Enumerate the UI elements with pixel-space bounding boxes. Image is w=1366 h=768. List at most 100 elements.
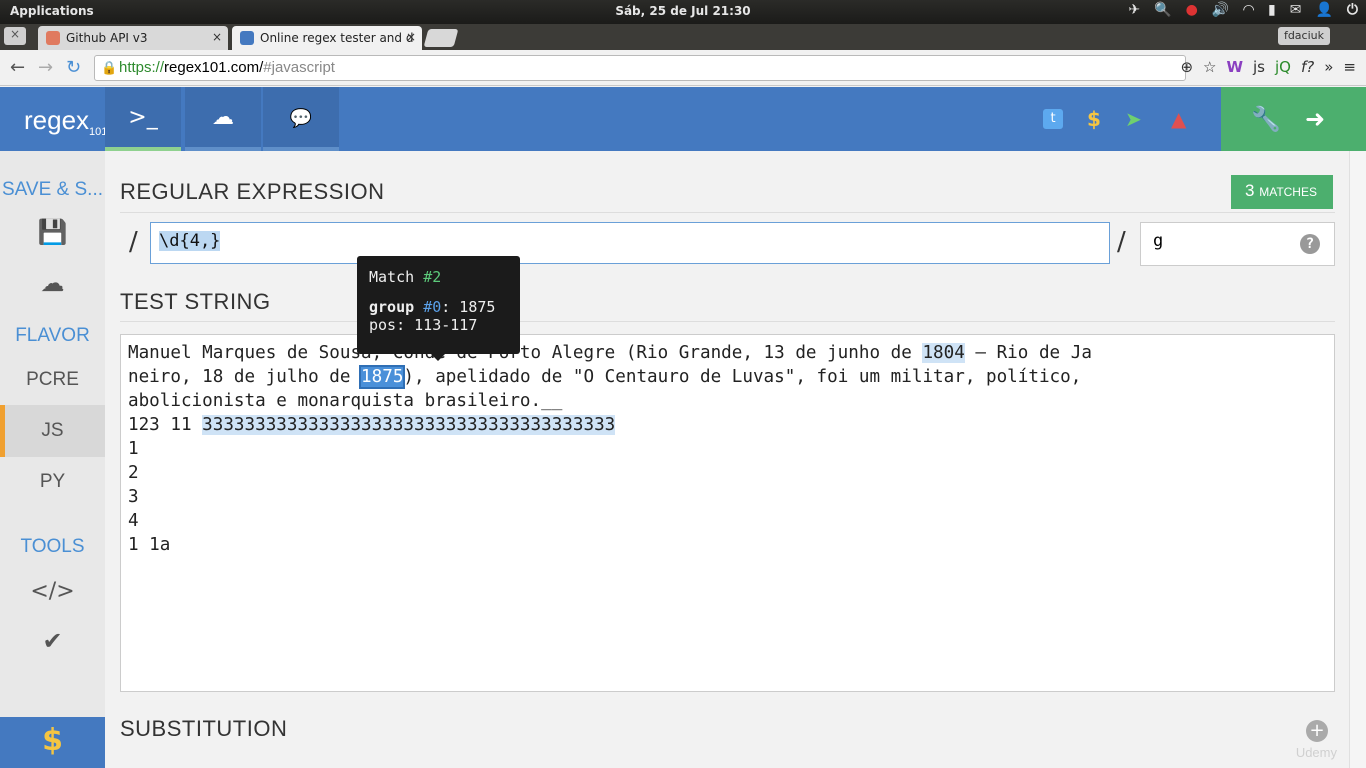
tooltip-group-number: #0 — [423, 298, 442, 316]
match-tooltip: Match #2 group #0: 1875 pos: 113-117 — [357, 256, 520, 361]
tab-regex101[interactable]: Online regex tester and d × — [232, 26, 422, 50]
flavor-pcre[interactable]: PCRE — [0, 369, 105, 391]
tooltip-match-label: Match — [369, 268, 424, 286]
substitution-section-title: SUBSTITUTION — [120, 716, 288, 741]
extension-w-icon[interactable]: W — [1226, 58, 1243, 76]
tools-heading: TOOLS — [20, 536, 85, 557]
test-text: 2 — [128, 463, 139, 483]
match-highlight[interactable]: 1804 — [922, 343, 965, 363]
tools-panel: 🔧 ➜ — [1221, 87, 1366, 151]
extension-f-icon[interactable]: f? — [1301, 58, 1314, 76]
user-icon[interactable]: 👤 — [1315, 2, 1332, 18]
page-scrollbar[interactable] — [1349, 151, 1366, 768]
cloud-icon: ☁ — [212, 105, 234, 130]
new-tab-button[interactable] — [423, 29, 459, 47]
power-icon[interactable]: ⏻ — [1347, 2, 1358, 18]
address-bar[interactable]: 🔒 https://regex101.com/#javascript — [94, 55, 1186, 81]
flags-value: g — [1153, 231, 1164, 251]
lock-icon: 🔒 — [101, 60, 118, 75]
test-text: Manuel Marques de Sousa, Conde de Porto … — [128, 343, 923, 363]
menu-icon[interactable]: ≡ — [1343, 58, 1356, 76]
mail-icon[interactable]: ✉ — [1290, 2, 1302, 18]
tab-github-api[interactable]: Github API v3 × — [38, 26, 228, 50]
matches-badge: 3 MATCHES — [1231, 175, 1333, 209]
flavor-js[interactable]: JS — [0, 420, 105, 442]
nav-chat[interactable]: 💬 — [263, 87, 339, 151]
zoom-icon[interactable]: ⊕ — [1180, 58, 1193, 76]
section-divider — [120, 321, 1335, 322]
regex-close-delimiter: / — [1117, 227, 1126, 257]
system-tray: ✈ 🔍 ● 🔊 ◠ ▮ ✉ 👤 ⏻ — [1128, 2, 1358, 18]
help-icon[interactable]: ? — [1300, 234, 1320, 254]
test-text: – Rio de Ja — [964, 343, 1092, 363]
test-text: neiro, 18 de julho de — [128, 367, 362, 387]
regex-pattern: \d{4,} — [159, 231, 221, 251]
section-divider — [120, 212, 1335, 213]
bird-icon[interactable]: ✈ — [1128, 2, 1140, 18]
donate-button[interactable]: $ — [0, 717, 105, 768]
extension-icons: ⊕ ☆ W js jQ f? » ≡ — [1180, 58, 1356, 76]
regex101-logo[interactable]: regex101 — [0, 87, 107, 151]
app-header: regex101 >_ ☁ 💬 t $ ➤ ▲ 🔧 ➜ — [0, 87, 1366, 151]
volume-icon[interactable]: 🔊 — [1212, 2, 1229, 18]
chat-icon: 💬 — [289, 108, 313, 129]
regex-input[interactable]: \d{4,} — [150, 222, 1110, 264]
test-string-textarea[interactable]: Manuel Marques de Sousa, Conde de Porto … — [120, 334, 1335, 692]
window-close-icon[interactable]: × — [4, 27, 26, 45]
record-icon[interactable]: ● — [1186, 2, 1198, 18]
tab-close-icon[interactable]: × — [212, 30, 222, 44]
main-content: REGULAR EXPRESSION 3 MATCHES / \d{4,} / … — [105, 151, 1349, 768]
search-icon[interactable]: 🔍 — [1154, 2, 1171, 18]
profile-button[interactable]: fdaciuk — [1277, 27, 1330, 45]
match-highlight[interactable]: 333333333333333333333333333333333333333 — [202, 415, 616, 435]
warning-icon[interactable]: ▲ — [1171, 107, 1186, 131]
test-text: 1 1a — [128, 535, 171, 555]
url-path: #javascript — [263, 59, 335, 76]
checkmark-icon[interactable]: ✔ — [0, 627, 105, 655]
matches-count: 3 — [1245, 181, 1255, 200]
wifi-icon[interactable]: ◠ — [1243, 2, 1254, 18]
logo-text: regex — [24, 105, 90, 135]
browser-toolbar: ← → ↻ 🔒 https://regex101.com/#javascript… — [0, 50, 1366, 86]
send-icon[interactable]: ➤ — [1125, 107, 1142, 131]
matches-label: MATCHES — [1259, 185, 1317, 199]
sign-in-icon[interactable]: ➜ — [1305, 105, 1325, 133]
dollar-icon[interactable]: $ — [1087, 107, 1101, 131]
tooltip-match-line: Match #2 — [369, 268, 508, 286]
test-text: 1 — [128, 439, 139, 459]
battery-icon[interactable]: ▮ — [1268, 2, 1276, 18]
twitter-icon[interactable]: t — [1043, 109, 1063, 129]
forward-arrow-icon[interactable]: → — [38, 57, 53, 78]
extension-js-icon[interactable]: js — [1253, 58, 1265, 76]
tooltip-group-value: : 1875 — [441, 298, 496, 316]
test-string-section-title: TEST STRING — [120, 289, 271, 314]
flavor-py[interactable]: PY — [0, 471, 105, 493]
extension-more-icon[interactable]: » — [1324, 58, 1333, 76]
reload-icon[interactable]: ↻ — [66, 57, 81, 78]
cloud-upload-icon[interactable]: ☁ — [0, 269, 105, 297]
tooltip-pos-line: pos: 113-117 — [369, 316, 478, 334]
floppy-disk-icon[interactable]: 💾 — [0, 218, 105, 246]
udemy-watermark: Udemy — [1295, 745, 1337, 760]
tooltip-group-line: group #0: 1875 — [369, 298, 508, 316]
system-top-bar: Applications Sáb, 25 de Jul 21:30 ✈ 🔍 ● … — [0, 0, 1366, 24]
tooltip-group-label: group — [369, 298, 424, 316]
terminal-icon: >_ — [128, 105, 158, 130]
tooltip-match-number: #2 — [423, 268, 442, 286]
match-highlight-active[interactable]: 1875 — [359, 365, 406, 389]
nav-cloud[interactable]: ☁ — [185, 87, 261, 151]
code-icon[interactable]: </> — [0, 579, 105, 604]
test-text: ), apelidado de "O Centauro de Luvas", f… — [403, 367, 1082, 387]
nav-terminal[interactable]: >_ — [105, 87, 181, 151]
tab-close-icon[interactable]: × — [406, 30, 416, 44]
flags-input[interactable]: g ? — [1140, 222, 1335, 266]
back-arrow-icon[interactable]: ← — [10, 57, 25, 78]
tab-title: Online regex tester and d — [260, 31, 414, 45]
save-heading: SAVE & S... — [1, 179, 104, 200]
regex-open-delimiter: / — [129, 227, 138, 257]
add-substitution-icon[interactable]: + — [1306, 720, 1328, 742]
github-favicon-icon — [46, 31, 60, 45]
wrench-icon[interactable]: 🔧 — [1251, 105, 1281, 133]
star-icon[interactable]: ☆ — [1203, 58, 1216, 76]
extension-jq-icon[interactable]: jQ — [1275, 58, 1291, 76]
